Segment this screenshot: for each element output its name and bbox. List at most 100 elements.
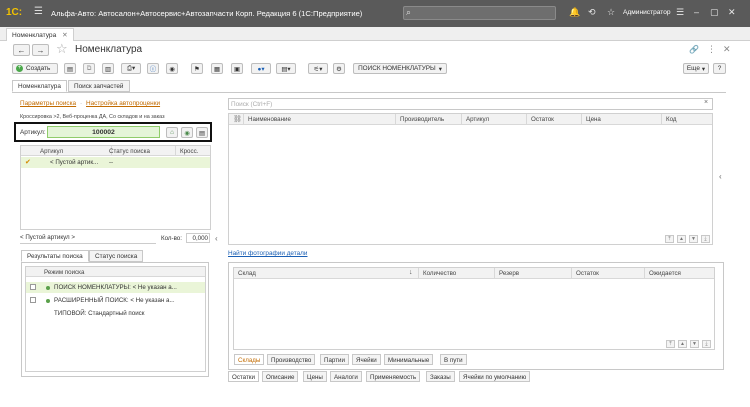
- minimize-icon[interactable]: –: [694, 7, 699, 17]
- actions-dropdown[interactable]: ●▾: [251, 63, 271, 74]
- article-list-button[interactable]: ▤: [196, 127, 208, 138]
- col-code[interactable]: Код: [666, 116, 677, 123]
- subtab-production[interactable]: Производство: [267, 354, 316, 365]
- refresh-article-button[interactable]: ◉: [181, 127, 193, 138]
- col-expected[interactable]: Ожидается: [649, 270, 681, 277]
- col-stock[interactable]: Остаток: [531, 116, 554, 123]
- link-icon[interactable]: 🔗: [689, 45, 699, 54]
- scroll-down-icon[interactable]: ▼: [689, 235, 698, 243]
- list-item[interactable]: ТИПОВОЙ: Стандартный поиск: [26, 308, 205, 319]
- more-button[interactable]: Еще ▾: [683, 63, 709, 74]
- tab-search-status[interactable]: Статус поиска: [89, 250, 144, 262]
- col-quantity[interactable]: Количество: [423, 270, 456, 277]
- forward-button[interactable]: →: [32, 44, 49, 56]
- tab-nomenclature[interactable]: Номенклатура: [12, 80, 67, 92]
- image-icon[interactable]: ▣: [231, 63, 243, 74]
- settings-menu-icon[interactable]: ☰: [676, 7, 684, 18]
- col-balance[interactable]: Остаток: [576, 270, 599, 277]
- tab-applicability[interactable]: Применяемость: [366, 371, 421, 382]
- app-logo[interactable]: 1С:: [6, 7, 22, 18]
- auto-pricing-setup-link[interactable]: Настройка автопроценки: [86, 100, 160, 107]
- list-item[interactable]: РАСШИРЕННЫЙ ПОИСК: < Не указан а...: [26, 295, 205, 306]
- collapse-left-icon[interactable]: ‹: [215, 234, 218, 243]
- scroll-up-icon[interactable]: ▲: [677, 235, 686, 243]
- maximize-icon[interactable]: ▢: [710, 7, 719, 18]
- view-icon[interactable]: ◉: [166, 63, 178, 74]
- filter-dropdown[interactable]: ⚟▾: [308, 63, 328, 74]
- search-params-link[interactable]: Параметры поиска: [20, 100, 76, 107]
- col-price[interactable]: Цена: [586, 116, 601, 123]
- col-search-status[interactable]: Статус поиска: [109, 148, 150, 155]
- user-name[interactable]: Администратор: [623, 9, 671, 16]
- tab-search-results[interactable]: Результаты поиска: [21, 250, 89, 262]
- scroll-up-icon[interactable]: ▲: [678, 340, 687, 348]
- tab-description[interactable]: Описание: [262, 371, 299, 382]
- col-article-right[interactable]: Артикул: [466, 116, 489, 123]
- print-dropdown[interactable]: ⎙▾: [121, 63, 141, 74]
- close-icon[interactable]: ✕: [728, 7, 736, 18]
- scroll-top-icon[interactable]: ⤒: [665, 235, 674, 243]
- tab-analogs[interactable]: Аналоги: [330, 371, 362, 382]
- attach-icon[interactable]: ⧉: [83, 63, 95, 74]
- tab-default-cells[interactable]: Ячейки по умолчанию: [459, 371, 531, 382]
- scroll-bottom-icon[interactable]: ⤓: [702, 340, 711, 348]
- open-tab-nomenclature[interactable]: Номенклатура ✕: [6, 28, 74, 41]
- help-button[interactable]: ?: [713, 63, 726, 74]
- qty-input[interactable]: 0,000: [186, 233, 210, 243]
- search-nomenclature-button[interactable]: ПОИСК НОМЕНКЛАТУРЫ ▾: [353, 63, 447, 74]
- doc-icon[interactable]: ▦: [211, 63, 223, 74]
- search-icon: ⌕: [406, 7, 412, 17]
- scroll-down-icon[interactable]: ▼: [690, 340, 699, 348]
- create-button[interactable]: + Создать: [12, 63, 58, 74]
- settings-icon[interactable]: ⚙: [333, 63, 345, 74]
- favorite-star-icon[interactable]: ☆: [56, 41, 68, 57]
- apps-menu-icon[interactable]: ☰: [34, 6, 43, 17]
- star-icon[interactable]: ☆: [607, 7, 615, 18]
- status-dot-icon: [46, 299, 50, 303]
- subtab-minimal[interactable]: Минимальные: [384, 354, 434, 365]
- scroll-top-icon[interactable]: ⤒: [666, 340, 675, 348]
- col-article[interactable]: Артикул: [40, 148, 63, 155]
- list-item[interactable]: ПОИСК НОМЕНКЛАТУРЫ: < Не указан а...: [26, 282, 205, 293]
- form-close-icon[interactable]: ✕: [723, 44, 731, 55]
- empty-article-field[interactable]: < Пустой артикул >: [20, 234, 156, 244]
- grid-search-input[interactable]: Поиск (Ctrl+F): [228, 98, 713, 110]
- col-name[interactable]: Наименование: [248, 116, 291, 123]
- report-dropdown[interactable]: ▤▾: [276, 63, 296, 74]
- subtab-batches[interactable]: Партии: [320, 354, 349, 365]
- tab-balances[interactable]: Остатки: [228, 371, 259, 382]
- tab-close-icon[interactable]: ✕: [62, 32, 68, 39]
- columns-icon[interactable]: ▥: [102, 63, 114, 74]
- article-input[interactable]: 100002: [47, 126, 160, 138]
- subtab-cells[interactable]: Ячейки: [352, 354, 381, 365]
- chevron-down-icon: ▾: [438, 65, 442, 73]
- bell-icon[interactable]: 🔔: [569, 7, 580, 18]
- find-article-button[interactable]: ⌂: [166, 127, 178, 138]
- global-search-input[interactable]: ⌕: [403, 6, 556, 20]
- tab-parts-search[interactable]: Поиск запчастей: [68, 80, 130, 92]
- mode-checkbox[interactable]: [30, 297, 36, 303]
- stamp-icon[interactable]: ⚑: [191, 63, 203, 74]
- collapse-right-icon[interactable]: ‹: [719, 172, 722, 181]
- col-search-mode[interactable]: Режим поиска: [44, 269, 84, 276]
- col-manufacturer[interactable]: Производитель: [400, 116, 444, 123]
- subtab-in-transit[interactable]: В пути: [440, 354, 467, 365]
- col-reserve[interactable]: Резерв: [499, 270, 519, 277]
- find-photos-link[interactable]: Найти фотографии детали: [228, 250, 307, 257]
- stock-grid: Склад ↓ Количество Резерв Остаток Ожидае…: [233, 267, 715, 350]
- subtab-warehouses[interactable]: Склады: [234, 354, 265, 365]
- col-warehouse[interactable]: Склад: [238, 270, 256, 277]
- tab-orders[interactable]: Заказы: [426, 371, 455, 382]
- folder-icon[interactable]: ▤: [64, 63, 76, 74]
- status-dot-icon: [46, 286, 50, 290]
- history-icon[interactable]: ⟲: [588, 7, 596, 18]
- scroll-bottom-icon[interactable]: ⤓: [701, 235, 710, 243]
- table-row[interactable]: ✔ < Пустой артик... --: [21, 157, 210, 168]
- tab-prices[interactable]: Цены: [303, 371, 327, 382]
- info-icon[interactable]: ⓘ: [147, 63, 159, 74]
- col-cross[interactable]: Кросс.: [180, 148, 198, 155]
- back-button[interactable]: ←: [13, 44, 30, 56]
- mode-checkbox[interactable]: [30, 284, 36, 290]
- more-vertical-icon[interactable]: ⋮: [707, 44, 716, 55]
- clear-search-icon[interactable]: ×: [704, 99, 708, 106]
